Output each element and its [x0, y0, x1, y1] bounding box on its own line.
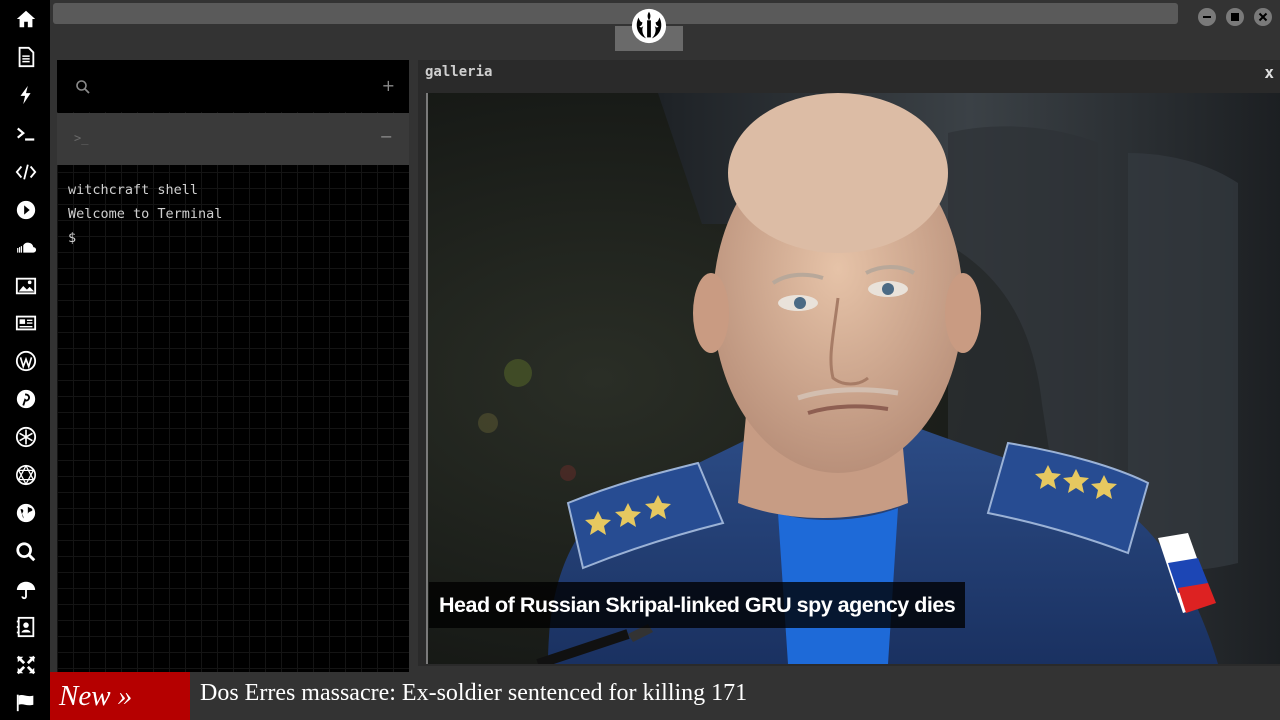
terminal-prompt[interactable]: $: [68, 226, 398, 250]
photo-caption[interactable]: Head of Russian Skripal-linked GRU spy a…: [429, 582, 966, 628]
maximize-icon[interactable]: [1226, 8, 1244, 26]
gallery-photo[interactable]: Head of Russian Skripal-linked GRU spy a…: [426, 93, 1280, 664]
search-icon[interactable]: [13, 539, 39, 565]
terminal-line: Welcome to Terminal: [68, 206, 223, 222]
play-icon[interactable]: [13, 197, 39, 223]
flag-icon[interactable]: [13, 689, 39, 715]
terminal-prompt-icon: >_: [74, 131, 89, 145]
code-icon[interactable]: [13, 159, 39, 185]
close-icon[interactable]: [1254, 8, 1272, 26]
network-icon[interactable]: [13, 462, 39, 488]
add-tab-button[interactable]: +: [382, 76, 395, 95]
bolt-icon[interactable]: [13, 82, 39, 108]
ticker-headline[interactable]: Dos Erres massacre: Ex-soldier sentenced…: [200, 680, 747, 707]
gallery-close-button[interactable]: x: [1264, 63, 1274, 82]
globe-icon[interactable]: [13, 500, 39, 526]
new-badge: New »: [50, 672, 190, 720]
terminal-output[interactable]: witchcraft shell Welcome to Terminal $: [68, 178, 398, 250]
snowflake-icon[interactable]: [13, 424, 39, 450]
gallery-panel: galleria x Head of Russian Skripal-linke…: [418, 60, 1280, 666]
contact-icon[interactable]: [13, 614, 39, 640]
pinterest-icon[interactable]: [13, 386, 39, 412]
news-ticker: New » Dos Erres massacre: Ex-soldier sen…: [50, 672, 1280, 720]
umbrella-icon[interactable]: [13, 577, 39, 603]
image-icon[interactable]: [13, 273, 39, 299]
address-bar[interactable]: [53, 3, 1178, 24]
photo-caption-text: Head of Russian Skripal-linked GRU spy a…: [439, 592, 956, 617]
terminal-search-bar[interactable]: +: [57, 60, 409, 112]
desktop-app: + >_ − witchcraft shell Welcome to Termi…: [0, 0, 1280, 720]
terminal-line: witchcraft shell: [68, 182, 199, 198]
home-icon[interactable]: [13, 6, 39, 32]
document-icon[interactable]: [13, 44, 39, 70]
icon-sidebar: [0, 0, 50, 720]
gallery-title: galleria: [425, 64, 493, 80]
collapse-tab-button[interactable]: −: [380, 127, 393, 146]
wordpress-icon[interactable]: [13, 348, 39, 374]
newspaper-icon[interactable]: [13, 310, 39, 336]
rebel-alliance-icon[interactable]: [629, 6, 669, 46]
search-icon[interactable]: [75, 79, 91, 95]
terminal-tab[interactable]: >_ −: [57, 113, 409, 165]
terminal-icon[interactable]: [13, 121, 39, 147]
new-badge-label: New »: [59, 679, 133, 712]
terminal-panel: + >_ − witchcraft shell Welcome to Termi…: [57, 60, 409, 672]
minimize-icon[interactable]: [1198, 8, 1216, 26]
top-bar: [50, 0, 1280, 54]
gallery-header: galleria x: [418, 60, 1280, 92]
soundcloud-icon[interactable]: [13, 235, 39, 261]
expand-icon[interactable]: [13, 652, 39, 678]
